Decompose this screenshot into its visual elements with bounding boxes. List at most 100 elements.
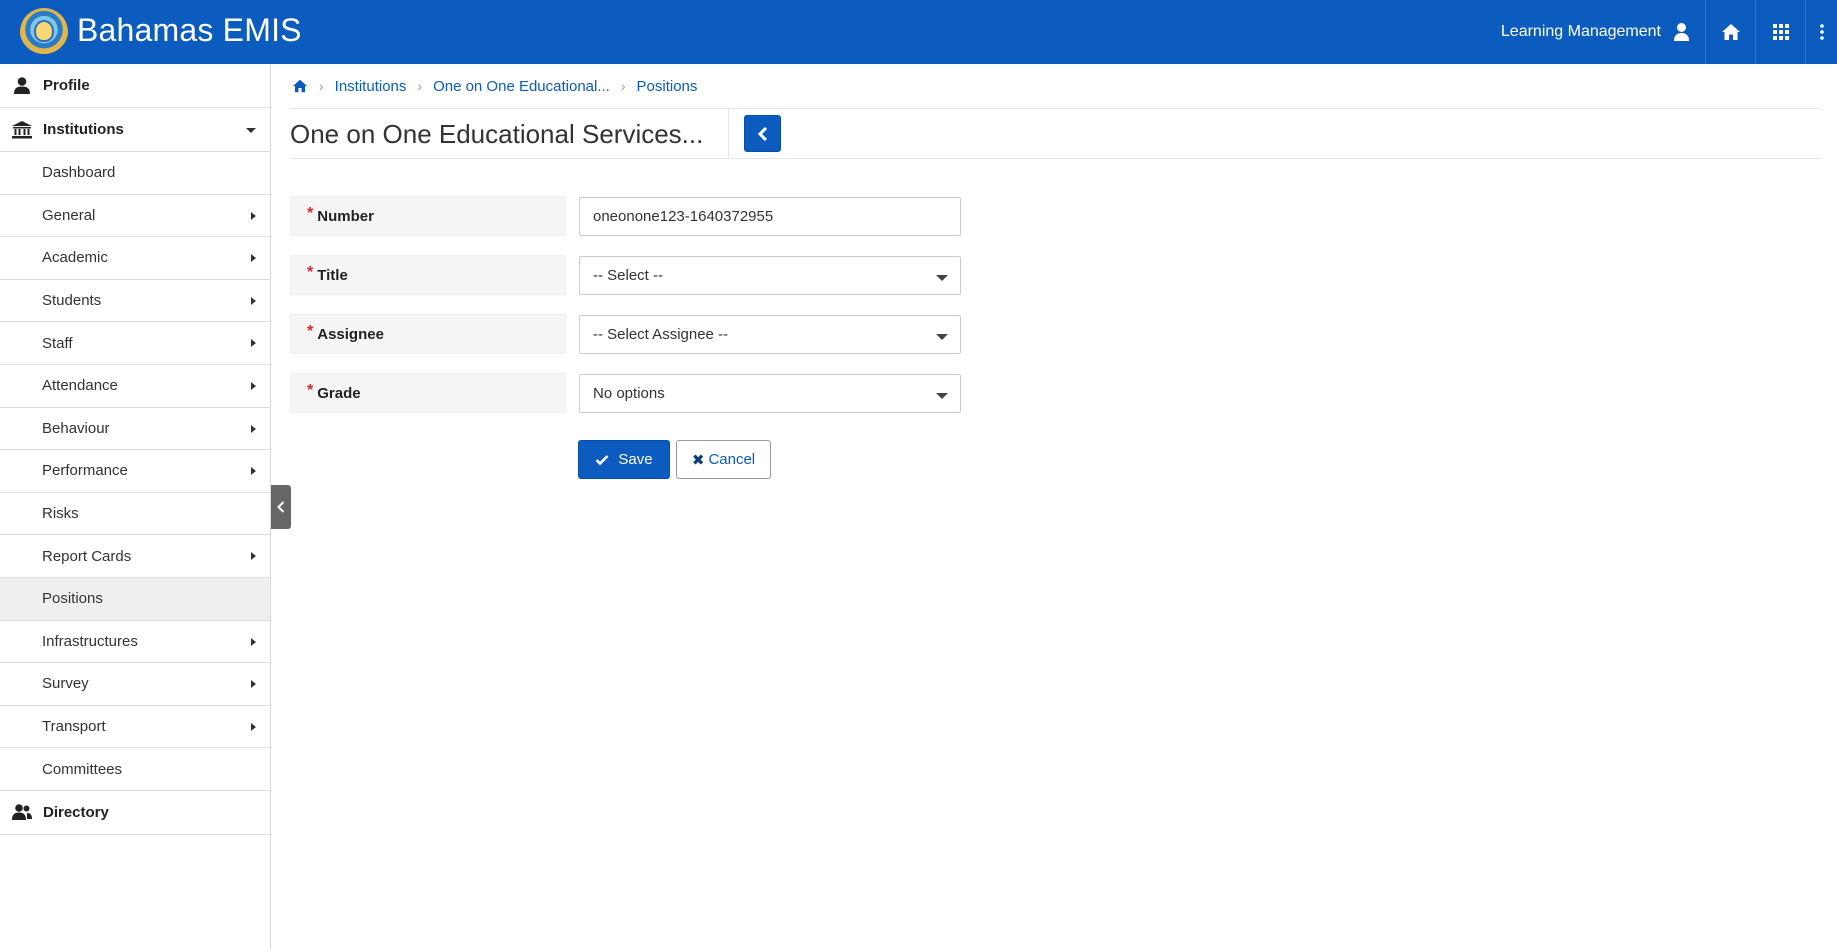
breadcrumb-institutions[interactable]: Institutions [335,78,407,95]
title-select[interactable]: -- Select -- [579,255,961,295]
user-icon [12,77,32,95]
chevron-right-icon: › [417,78,423,94]
field-label-text: Assignee [317,325,384,343]
app-title: Bahamas EMIS [77,12,302,48]
select-value: -- Select Assignee -- [593,325,729,343]
form-row-assignee: * Assignee -- Select Assignee -- [290,314,1820,354]
dropdown-arrow-icon [936,333,948,340]
chevron-left-icon [277,501,285,513]
sidebar-item-report-cards[interactable]: Report Cards [0,535,270,578]
page-title: One on One Educational Services... [290,119,704,149]
sidebar-collapse-toggle[interactable] [271,485,291,529]
breadcrumb: › Institutions › One on One Educational.… [290,64,1820,109]
field-label-text: Grade [317,384,361,402]
emis-logo [20,8,68,56]
sidebar-item-label: Positions [42,590,103,608]
page-header: One on One Educational Services... [290,109,1820,159]
caret-right-icon [251,424,256,433]
caret-right-icon [251,381,256,390]
sidebar-item-label: Staff [42,334,73,352]
header-actions: Learning Management [1501,0,1837,64]
sidebar-item-label: Risks [42,505,79,523]
users-icon [12,803,32,821]
apps-button[interactable] [1755,0,1805,64]
sidebar-item-label: Transport [42,718,106,736]
sidebar-item-label: Dashboard [42,164,116,182]
assignee-label: * Assignee [290,314,566,354]
chevron-right-icon: › [319,78,324,94]
select-value: -- Select -- [593,266,664,284]
field-label-text: Title [317,266,348,284]
breadcrumb-institution[interactable]: One on One Educational... [433,78,610,95]
sidebar-item-label: Behaviour [42,419,110,437]
required-marker: * [307,382,314,399]
breadcrumb-positions[interactable]: Positions [637,78,698,95]
sidebar-item-label: Academic [42,249,108,267]
sidebar-item-attendance[interactable]: Attendance [0,365,270,408]
caret-right-icon [251,339,256,348]
institution-icon [12,120,32,139]
sidebar-item-students[interactable]: Students [0,280,270,323]
required-marker: * [307,323,314,340]
sidebar-item-dashboard[interactable]: Dashboard [0,152,270,195]
sidebar-item-performance[interactable]: Performance [0,450,270,493]
home-icon[interactable] [292,79,308,93]
sidebar-item-directory[interactable]: Directory [0,791,270,835]
grade-label: * Grade [290,373,566,413]
number-label: * Number [290,196,566,236]
sidebar-item-label: Infrastructures [42,632,138,650]
form-row-grade: * Grade No options [290,373,1820,413]
assignee-select[interactable]: -- Select Assignee -- [579,314,961,354]
caret-right-icon [251,254,256,263]
sidebar-item-profile[interactable]: Profile [0,64,270,108]
sidebar-item-positions[interactable]: Positions [0,577,270,621]
sidebar-item-label: Directory [43,803,109,821]
sidebar-item-transport[interactable]: Transport [0,706,270,749]
button-label: Cancel [708,451,756,468]
sidebar-item-survey[interactable]: Survey [0,663,270,706]
more-options-button[interactable] [1805,0,1837,64]
sidebar-item-behaviour[interactable]: Behaviour [0,408,270,451]
sidebar-item-label: General [42,206,96,224]
sidebar-item-label: Committees [42,760,123,778]
form-actions: Save ✖ Cancel [578,440,1820,479]
grid-icon [1772,24,1789,40]
sidebar-item-label: Performance [42,462,128,480]
sidebar-item-infrastructures[interactable]: Infrastructures [0,621,270,664]
user-menu[interactable]: Learning Management [1501,0,1705,64]
sidebar-item-risks[interactable]: Risks [0,493,270,536]
home-button[interactable] [1705,0,1755,64]
sidebar: Profile Institutions Dashboard General A… [0,64,271,949]
back-button[interactable] [744,115,781,152]
save-button[interactable]: Save [578,440,670,479]
sidebar-item-label: Survey [42,675,89,693]
cancel-button[interactable]: ✖ Cancel [676,440,771,479]
sidebar-item-label: Report Cards [42,547,132,565]
sidebar-item-committees[interactable]: Committees [0,748,270,791]
toolbar [728,109,781,158]
sidebar-item-academic[interactable]: Academic [0,237,270,280]
required-marker: * [307,264,314,281]
sidebar-item-label: Institutions [43,121,124,138]
caret-down-icon [246,128,256,133]
sidebar-item-general[interactable]: General [0,195,270,238]
check-icon [595,454,609,465]
module-name: Learning Management [1500,23,1661,40]
caret-right-icon [251,296,256,305]
kebab-icon [1819,24,1824,40]
sidebar-item-label: Attendance [42,377,118,395]
select-value: No options [593,384,665,402]
required-marker: * [307,205,314,222]
sidebar-item-label: Students [42,292,102,310]
number-input[interactable]: oneonone123-1640372955 [579,196,961,236]
sidebar-item-institutions[interactable]: Institutions [0,108,270,152]
field-label-text: Number [317,207,374,225]
dropdown-arrow-icon [936,274,948,281]
home-icon [1721,24,1740,40]
sidebar-item-staff[interactable]: Staff [0,322,270,365]
form-row-number: * Number oneonone123-1640372955 [290,196,1820,236]
dropdown-arrow-icon [936,392,948,399]
title-label: * Title [290,255,566,295]
grade-select[interactable]: No options [579,373,961,413]
caret-right-icon [251,637,256,646]
